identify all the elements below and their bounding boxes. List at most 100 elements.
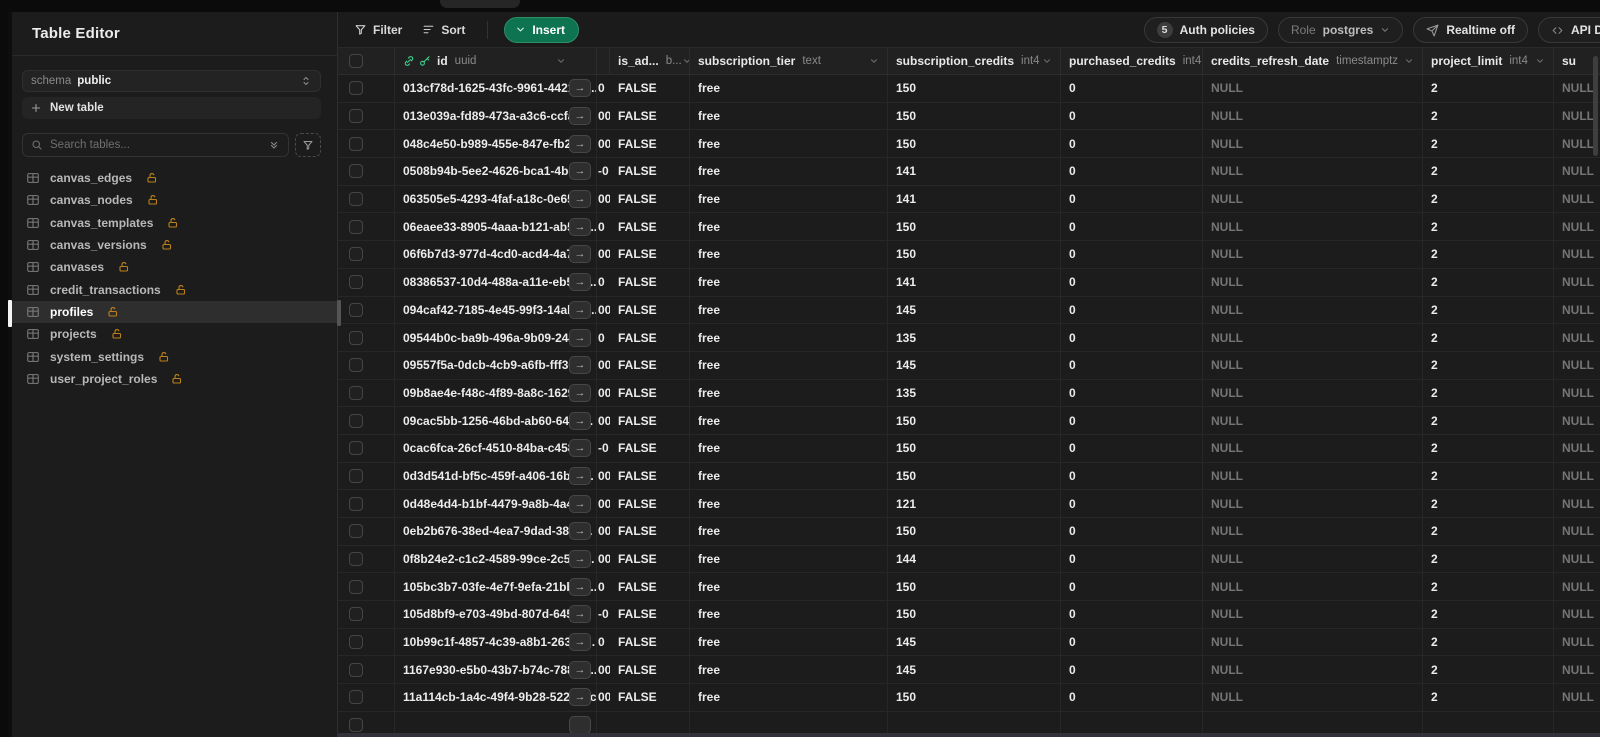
- cell-id[interactable]: 11a114cb-1a4c-49f4-9b28-52219ec... →: [395, 684, 597, 711]
- cell-purchased-credits[interactable]: 0: [1061, 268, 1203, 296]
- cell-credits-refresh-date[interactable]: NULL: [1203, 656, 1423, 684]
- cell-clipped[interactable]: -0: [597, 158, 610, 185]
- cell-subscription-tier[interactable]: free: [690, 351, 888, 379]
- cell-is-admin[interactable]: FALSE: [610, 158, 690, 185]
- cell-clipped[interactable]: 00: [597, 103, 610, 130]
- cell-id[interactable]: 09cac5bb-1256-46bd-ab60-64ed... →: [395, 407, 597, 434]
- cell-project-limit[interactable]: 2: [1423, 601, 1554, 628]
- cell-subscription-tier[interactable]: free: [690, 628, 888, 656]
- cell-clipped[interactable]: 00: [597, 656, 610, 683]
- row-checkbox[interactable]: [349, 496, 363, 511]
- column-menu-icon[interactable]: [1535, 56, 1545, 66]
- cell-subscription-tier[interactable]: free: [690, 324, 888, 351]
- expand-row-button[interactable]: →: [569, 328, 591, 347]
- cell-clipped-last[interactable]: NULL: [1554, 380, 1600, 407]
- column-menu-icon[interactable]: [869, 56, 879, 66]
- cell-is-admin[interactable]: FALSE: [610, 185, 690, 213]
- cell-project-limit[interactable]: 2: [1423, 628, 1554, 656]
- row-checkbox[interactable]: [349, 441, 363, 456]
- expand-row-button[interactable]: →: [569, 605, 591, 624]
- cell-clipped[interactable]: 0: [597, 324, 610, 351]
- sidebar-item-system_settings[interactable]: system_settings: [12, 345, 337, 367]
- cell-subscription-tier[interactable]: free: [690, 130, 888, 158]
- cell-subscription-credits[interactable]: 150: [888, 102, 1061, 130]
- cell-id[interactable]: 06f6b7d3-977d-4cd0-acd4-4a78... →: [395, 241, 597, 268]
- table-row[interactable]: 013e039a-fd89-473a-a3c6-ccfa9... → 00 FA…: [338, 102, 1600, 131]
- table-list-filter-button[interactable]: [295, 133, 321, 157]
- cell-clipped[interactable]: 0: [597, 269, 610, 296]
- column-header-credits-refresh-date[interactable]: credits_refresh_date timestamptz: [1203, 48, 1423, 74]
- cell-subscription-credits[interactable]: 150: [888, 213, 1061, 241]
- cell-clipped-last[interactable]: NULL: [1554, 324, 1600, 351]
- cell-credits-refresh-date[interactable]: NULL: [1203, 75, 1423, 102]
- cell-project-limit[interactable]: 2: [1423, 684, 1554, 711]
- cell-id[interactable]: 09b8ae4e-f48c-4f89-8a8c-1629b... →: [395, 379, 597, 407]
- cell-credits-refresh-date[interactable]: NULL: [1203, 434, 1423, 462]
- role-select-button[interactable]: Role postgres: [1277, 17, 1404, 43]
- sidebar-item-projects[interactable]: projects: [12, 323, 337, 345]
- cell-credits-refresh-date[interactable]: NULL: [1203, 324, 1423, 351]
- cell-is-admin[interactable]: FALSE: [610, 407, 690, 434]
- cell-clipped[interactable]: 00: [597, 684, 610, 711]
- cell-clipped-last[interactable]: NULL: [1554, 269, 1600, 296]
- horizontal-scrollbar-track[interactable]: [338, 733, 1600, 737]
- table-row[interactable]: 0eb2b676-38ed-4ea7-9dad-38e6... → 00 FAL…: [338, 518, 1600, 546]
- row-checkbox[interactable]: [349, 718, 363, 733]
- cell-subscription-credits[interactable]: 150: [888, 462, 1061, 490]
- cell-credits-refresh-date[interactable]: NULL: [1203, 351, 1423, 379]
- sidebar-item-canvases[interactable]: canvases: [12, 256, 337, 278]
- column-header-subscription-credits[interactable]: subscription_credits int4: [888, 48, 1061, 74]
- cell-subscription-tier[interactable]: free: [690, 684, 888, 711]
- new-table-button[interactable]: New table: [22, 97, 321, 119]
- table-row[interactable]: 0d48e4d4-b1bf-4479-9a8b-4a4b... → 00 FAL…: [338, 490, 1600, 518]
- cell-subscription-credits[interactable]: 121: [888, 490, 1061, 517]
- cell-clipped-last[interactable]: NULL: [1554, 518, 1600, 545]
- cell-is-admin[interactable]: FALSE: [610, 434, 690, 462]
- row-checkbox[interactable]: [349, 468, 363, 483]
- cell-subscription-credits[interactable]: 150: [888, 75, 1061, 102]
- cell-credits-refresh-date[interactable]: NULL: [1203, 545, 1423, 573]
- cell-credits-refresh-date[interactable]: NULL: [1203, 601, 1423, 628]
- cell-purchased-credits[interactable]: 0: [1061, 241, 1203, 268]
- cell-project-limit[interactable]: 2: [1423, 656, 1554, 684]
- cell-credits-refresh-date[interactable]: NULL: [1203, 407, 1423, 434]
- table-row[interactable]: 1167e930-e5b0-43b7-b74c-788c9... → 00 FA…: [338, 656, 1600, 685]
- row-checkbox[interactable]: [349, 413, 363, 428]
- cell-purchased-credits[interactable]: 0: [1061, 102, 1203, 130]
- cell-purchased-credits[interactable]: 0: [1061, 324, 1203, 351]
- cell-clipped-last[interactable]: NULL: [1554, 601, 1600, 628]
- table-row[interactable]: 09cac5bb-1256-46bd-ab60-64ed... → 00 FAL…: [338, 407, 1600, 435]
- cell-clipped-last[interactable]: NULL: [1554, 463, 1600, 490]
- cell-id[interactable]: 08386537-10d4-488a-a11e-eb5a6... →: [395, 268, 597, 296]
- cell-purchased-credits[interactable]: 0: [1061, 434, 1203, 462]
- cell-is-admin[interactable]: FALSE: [610, 601, 690, 628]
- table-row[interactable]: 06f6b7d3-977d-4cd0-acd4-4a78... → 00 FAL…: [338, 241, 1600, 269]
- row-checkbox[interactable]: [349, 579, 363, 594]
- cell-purchased-credits[interactable]: 0: [1061, 75, 1203, 102]
- table-row[interactable]: 048c4e50-b989-455e-847e-fb2f... → 00 FAL…: [338, 130, 1600, 159]
- cell-project-limit[interactable]: 2: [1423, 462, 1554, 490]
- cell-is-admin[interactable]: FALSE: [610, 656, 690, 684]
- cell-project-limit[interactable]: 2: [1423, 158, 1554, 185]
- row-checkbox[interactable]: [349, 552, 363, 567]
- cell-clipped-last[interactable]: NULL: [1554, 158, 1600, 185]
- cell-clipped[interactable]: 00: [597, 130, 610, 157]
- cell-purchased-credits[interactable]: 0: [1061, 407, 1203, 434]
- cell-subscription-tier[interactable]: free: [690, 518, 888, 545]
- cell-project-limit[interactable]: 2: [1423, 185, 1554, 213]
- expand-row-button[interactable]: →: [569, 79, 591, 98]
- filter-button[interactable]: Filter: [354, 23, 402, 37]
- expand-row-button[interactable]: →: [569, 660, 591, 679]
- cell-id[interactable]: 0d48e4d4-b1bf-4479-9a8b-4a4b... →: [395, 490, 597, 517]
- expand-row-button[interactable]: →: [569, 107, 591, 126]
- cell-id[interactable]: 105d8bf9-e703-49bd-807d-645e... →: [395, 601, 597, 628]
- cell-credits-refresh-date[interactable]: NULL: [1203, 130, 1423, 158]
- cell-project-limit[interactable]: 2: [1423, 296, 1554, 324]
- cell-is-admin[interactable]: FALSE: [610, 462, 690, 490]
- row-checkbox[interactable]: [349, 109, 363, 124]
- row-checkbox[interactable]: [349, 662, 363, 677]
- cell-project-limit[interactable]: 2: [1423, 434, 1554, 462]
- table-row[interactable]: 0508b94b-5ee2-4626-bca1-4bca... → -0 FAL…: [338, 158, 1600, 186]
- column-menu-icon[interactable]: [1404, 56, 1414, 66]
- select-all-checkbox[interactable]: [349, 54, 363, 68]
